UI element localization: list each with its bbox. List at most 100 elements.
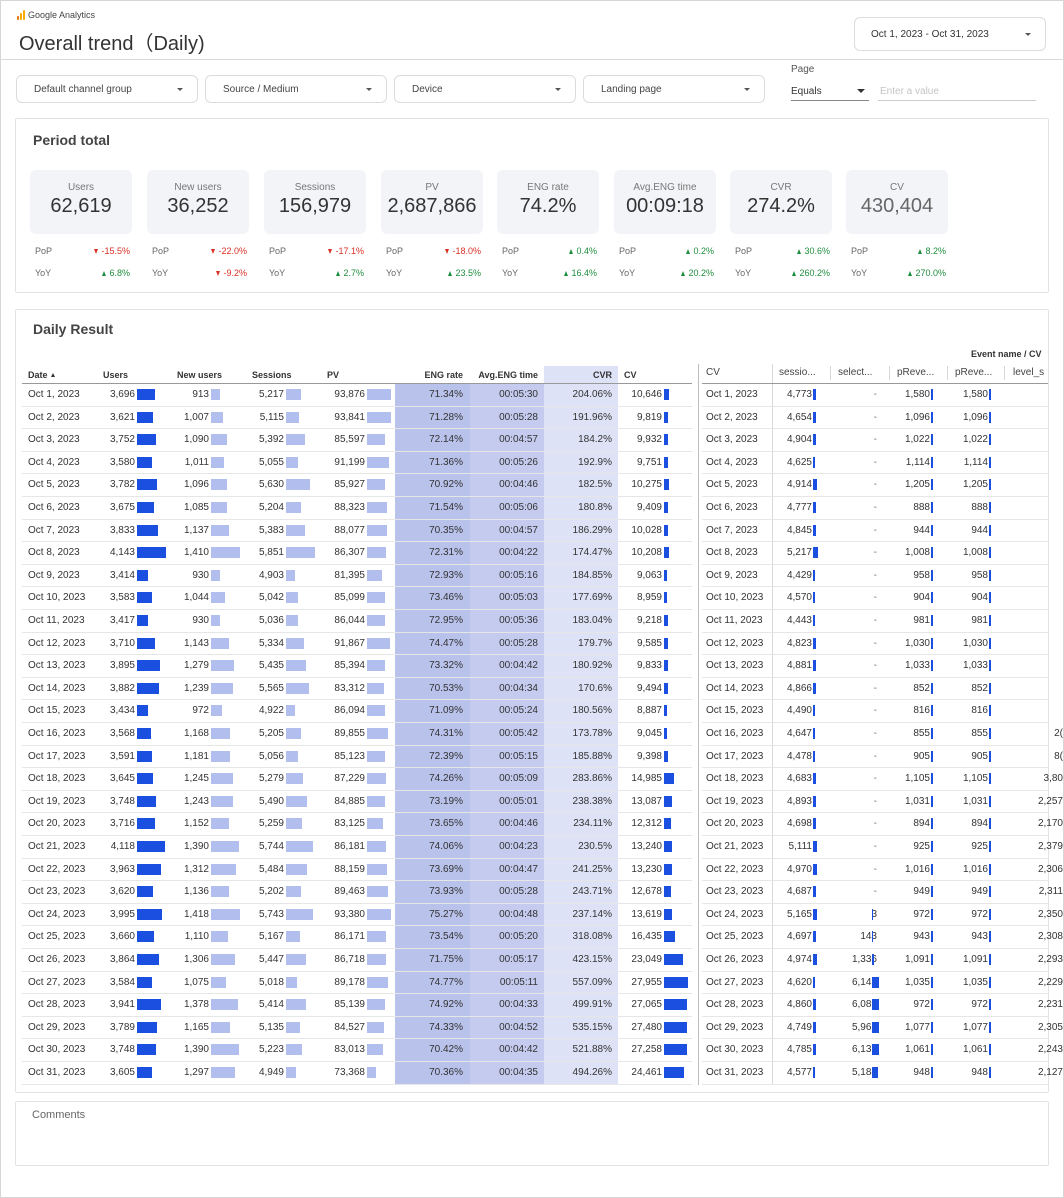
data-bar (367, 954, 386, 965)
row-divider (22, 767, 692, 769)
data-bar (664, 569, 667, 581)
cv-date-cell: Oct 2, 2023 (706, 411, 758, 423)
metric-cell: 00:04:22 (499, 547, 538, 559)
kpi-value: 156,979 (278, 195, 352, 217)
data-bar (664, 682, 668, 694)
metric-cell: 230.5% (578, 841, 612, 852)
pop-change: 0.4% (569, 246, 597, 256)
cv-data-bar (931, 795, 933, 807)
column-header[interactable]: ENG rate (395, 370, 463, 380)
column-header[interactable]: CV (624, 370, 674, 380)
header-divider (1004, 366, 1005, 380)
column-header[interactable]: Sessions (252, 370, 312, 380)
cv-date-cell: Oct 6, 2023 (706, 502, 758, 513)
data-bar (664, 863, 672, 875)
data-bar (664, 1021, 687, 1033)
cv-value-cell: - (873, 660, 877, 672)
metric-cell: 00:04:48 (499, 908, 538, 920)
cv-data-bar (989, 411, 991, 423)
page-filter-value-input[interactable] (878, 82, 1036, 101)
data-bar (137, 908, 162, 920)
cv-value-cell: 4,478 (786, 750, 812, 762)
data-bar (286, 389, 301, 400)
cv-column-header[interactable]: sessio... (779, 367, 816, 378)
cv-row-divider (702, 744, 1048, 746)
cv-value-cell: 4,429 (786, 569, 812, 581)
yoy-label: YoY (851, 268, 868, 278)
yoy-change: 16.4% (564, 268, 597, 278)
header-divider (0, 59, 1064, 60)
cv-value-cell: 2,311 (1038, 886, 1063, 898)
cv-column-header[interactable]: level_s (1013, 367, 1044, 378)
period-total-title: Period total (33, 132, 111, 148)
metric-cell: 174.47% (572, 547, 612, 559)
cv-data-bar (872, 1067, 878, 1078)
cv-data-bar (989, 615, 991, 626)
kpi-card: ENG rate 74.2% (497, 170, 599, 234)
metric-cell: 00:05:17 (499, 954, 538, 965)
data-bar (664, 389, 669, 400)
analytics-bars-icon (17, 10, 25, 20)
data-bar (367, 1067, 376, 1078)
cv-value-cell: 4,654 (786, 411, 812, 423)
column-header[interactable]: Date (28, 370, 88, 380)
cv-column-header[interactable]: pReve... (955, 367, 992, 378)
yoy-change: 20.2% (681, 268, 714, 278)
metric-cell: 179.7% (578, 637, 612, 649)
data-bar (211, 479, 227, 491)
column-header[interactable]: Users (103, 370, 163, 380)
metric-cell: 1,418 (183, 908, 209, 920)
data-bar (664, 773, 674, 785)
data-bar (211, 569, 220, 581)
data-bar (137, 954, 159, 965)
data-bar (367, 592, 385, 604)
page-filter-operator-select[interactable]: Equals (791, 82, 869, 101)
metric-cell: 86,718 (334, 954, 365, 965)
metric-cell: 1,312 (183, 863, 209, 875)
filter-device[interactable]: Device (394, 75, 576, 103)
pop-label: PoP (269, 246, 287, 256)
metric-cell: 5,565 (258, 682, 284, 694)
cv-column-header[interactable]: CV (706, 367, 720, 378)
row-divider (22, 676, 692, 678)
pop-label: PoP (851, 246, 869, 256)
metric-cell: 1,168 (183, 728, 209, 739)
cv-data-bar (931, 773, 933, 785)
cv-data-bar (872, 1044, 879, 1056)
filter-label: Landing page (601, 83, 662, 95)
cv-value-cell: 855 (913, 728, 930, 739)
pop-change: -18.0% (445, 246, 481, 256)
metric-cell: 86,044 (334, 615, 365, 626)
filter-landing-page[interactable]: Landing page (583, 75, 765, 103)
pop-change-value: -22.0% (218, 246, 247, 256)
metric-cell: 1,165 (183, 1021, 209, 1033)
cv-date-cell: Oct 26, 2023 (706, 954, 764, 965)
column-header[interactable]: CVR (544, 370, 612, 380)
metric-cell: 74.47% (429, 637, 463, 649)
yoy-change-value: 6.8% (109, 268, 130, 278)
filter-source-medium[interactable]: Source / Medium (205, 75, 387, 103)
column-header[interactable]: New users (177, 370, 237, 380)
column-header[interactable]: Avg.ENG time (470, 370, 538, 380)
cv-date-cell: Oct 7, 2023 (706, 524, 758, 536)
metric-cell: 5,383 (258, 524, 284, 536)
filter-default-channel-group[interactable]: Default channel group (16, 75, 198, 103)
cv-data-bar (813, 547, 818, 559)
kpi-card: CV 430,404 (846, 170, 948, 234)
cv-value-cell: 949 (971, 886, 988, 898)
cv-column-header[interactable]: select... (838, 367, 872, 378)
cv-value-cell: 1,061 (904, 1044, 930, 1056)
data-bar (367, 818, 383, 830)
metric-cell: 72.95% (429, 615, 463, 626)
column-header[interactable]: PV (327, 370, 387, 380)
metric-cell: 192.9% (578, 456, 612, 468)
data-bar (211, 954, 235, 965)
date-range-picker[interactable]: Oct 1, 2023 - Oct 31, 2023 (854, 17, 1046, 51)
cv-column-header[interactable]: pReve... (897, 367, 934, 378)
metric-cell: 3,568 (109, 728, 135, 739)
cv-value-cell: - (873, 728, 877, 739)
data-bar (367, 637, 390, 649)
metric-cell: 00:04:52 (499, 1021, 538, 1033)
metric-cell: 00:05:28 (499, 886, 538, 898)
metric-cell: 3,660 (109, 931, 135, 943)
